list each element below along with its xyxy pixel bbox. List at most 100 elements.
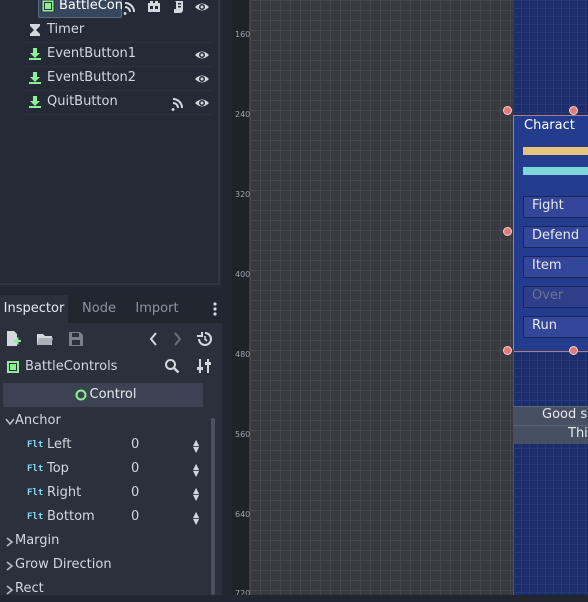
- tab-inspector[interactable]: Inspector: [0, 295, 68, 323]
- prop-value-input[interactable]: 0: [131, 461, 139, 476]
- ruler-label: 160: [235, 30, 251, 39]
- section-title: Control: [89, 387, 137, 402]
- inspector-toolbar: [0, 325, 222, 353]
- edited-object-row[interactable]: BattleControls: [0, 353, 222, 381]
- run-button[interactable]: Run: [523, 316, 588, 338]
- prop-value-input[interactable]: 0: [131, 485, 139, 500]
- inspector-panel: Inspector Node Import BattleControls Con…: [0, 295, 222, 596]
- panel-title: Charact: [524, 118, 575, 133]
- ruler-label: 480: [235, 350, 251, 359]
- message-label: Thi: [513, 425, 588, 444]
- resize-handle-top[interactable]: [569, 106, 578, 115]
- history-forward-icon[interactable]: [168, 330, 186, 348]
- float-type-icon: Flt: [27, 512, 44, 522]
- tab-node[interactable]: Node: [68, 295, 130, 323]
- button-node-icon: [29, 48, 41, 60]
- group-label: Margin: [15, 533, 60, 548]
- battle-controls-panel[interactable]: Charact Fight Defend Item Over Run: [513, 115, 588, 352]
- object-history-icon[interactable]: [196, 330, 214, 348]
- chevron-right-icon: [6, 537, 14, 547]
- edited-object-name: BattleControls: [25, 359, 118, 374]
- control-circle-icon: [75, 389, 87, 401]
- resize-handle-bottom-left[interactable]: [503, 346, 512, 355]
- tree-node-label: QuitButton: [47, 94, 118, 109]
- visibility-eye-icon[interactable]: [194, 71, 210, 87]
- ruler-label: 320: [235, 190, 251, 199]
- resize-handle-bottom[interactable]: [569, 346, 578, 355]
- prop-label: Bottom: [47, 509, 95, 524]
- group-grow-direction[interactable]: Grow Direction: [3, 554, 203, 578]
- search-icon[interactable]: [164, 358, 180, 374]
- prop-anchor-bottom[interactable]: Flt Bottom 0 ▲ ▼: [3, 506, 203, 530]
- script-icon[interactable]: [170, 0, 186, 15]
- history-back-icon[interactable]: [145, 330, 163, 348]
- chevron-down-icon: [5, 418, 15, 426]
- new-resource-icon[interactable]: [4, 330, 22, 348]
- group-label: Rect: [15, 581, 44, 596]
- visibility-eye-icon[interactable]: [194, 0, 210, 15]
- tab-import[interactable]: Import: [128, 295, 186, 323]
- prop-anchor-top[interactable]: Flt Top 0 ▲ ▼: [3, 458, 203, 482]
- float-type-icon: Flt: [27, 440, 44, 450]
- button-node-icon: [29, 72, 41, 84]
- tree-node-quitbutton[interactable]: QuitButton: [0, 91, 214, 115]
- spinner-arrows-icon[interactable]: ▲ ▼: [193, 511, 199, 526]
- inspector-scrollbar[interactable]: [211, 418, 215, 595]
- group-anchor[interactable]: Anchor: [3, 410, 203, 434]
- prop-anchor-right[interactable]: Flt Right 0 ▲ ▼: [3, 482, 203, 506]
- message-text: Thi: [568, 426, 588, 441]
- dock-tab-bar: Inspector Node Import: [0, 295, 222, 323]
- group-margin[interactable]: Margin: [3, 530, 203, 554]
- over-button[interactable]: Over: [523, 286, 588, 308]
- ruler-label: 560: [235, 430, 251, 439]
- chevron-right-icon: [6, 585, 14, 595]
- scene-tree-panel: BattleCon Timer EventButton1 EventButton…: [0, 0, 222, 287]
- signal-icon[interactable]: [122, 0, 138, 15]
- float-type-icon: Flt: [27, 488, 44, 498]
- group-label: Anchor: [15, 413, 61, 428]
- group-rect[interactable]: Rect: [3, 578, 203, 602]
- tree-node-eventbutton1[interactable]: EventButton1: [0, 43, 214, 67]
- vertical-ruler: 160 240 320 400 480 560 640 720: [232, 0, 250, 595]
- message-label: Good s: [513, 406, 588, 425]
- hp-bar: [523, 147, 588, 155]
- prop-anchor-left[interactable]: Flt Left 0 ▲ ▼: [3, 434, 203, 458]
- visibility-eye-icon[interactable]: [194, 47, 210, 63]
- object-properties-icon[interactable]: [196, 358, 212, 374]
- mp-bar: [523, 167, 588, 175]
- save-icon[interactable]: [67, 330, 85, 348]
- button-label: Defend: [532, 228, 580, 243]
- tree-node-battlecontrols[interactable]: BattleCon: [0, 0, 214, 19]
- ruler-label: 640: [235, 510, 251, 519]
- resize-handle-top-left[interactable]: [503, 106, 512, 115]
- group-icon[interactable]: [146, 0, 162, 15]
- tree-node-eventbutton2[interactable]: EventButton2: [0, 67, 214, 91]
- prop-value-input[interactable]: 0: [131, 509, 139, 524]
- tree-node-timer[interactable]: Timer: [0, 19, 214, 43]
- float-type-icon: Flt: [27, 464, 44, 474]
- dock-menu-icon[interactable]: [212, 301, 218, 317]
- timer-icon: [30, 24, 40, 36]
- defend-button[interactable]: Defend: [523, 226, 588, 248]
- button-label: Run: [532, 318, 557, 333]
- button-label: Over: [532, 288, 564, 303]
- section-control-header[interactable]: Control: [3, 383, 203, 407]
- signal-icon[interactable]: [170, 95, 186, 111]
- spinner-arrows-icon[interactable]: ▲ ▼: [193, 463, 199, 478]
- prop-label: Left: [47, 437, 72, 452]
- ruler-label: 720: [235, 589, 251, 595]
- ruler-label: 400: [235, 270, 251, 279]
- open-folder-icon[interactable]: [36, 330, 54, 348]
- spinner-arrows-icon[interactable]: ▲ ▼: [193, 439, 199, 454]
- chevron-right-icon: [6, 561, 14, 571]
- canvas-viewport[interactable]: 160 240 320 400 480 560 640 720 Charact …: [232, 0, 588, 595]
- spinner-arrows-icon[interactable]: ▲ ▼: [193, 487, 199, 502]
- fight-button[interactable]: Fight: [523, 196, 588, 218]
- visibility-eye-icon[interactable]: [194, 95, 210, 111]
- item-button[interactable]: Item: [523, 256, 588, 278]
- guide-line: [513, 350, 514, 595]
- group-label: Grow Direction: [15, 557, 112, 572]
- tree-node-label: Timer: [47, 22, 85, 37]
- prop-value-input[interactable]: 0: [131, 437, 139, 452]
- resize-handle-left[interactable]: [503, 227, 512, 236]
